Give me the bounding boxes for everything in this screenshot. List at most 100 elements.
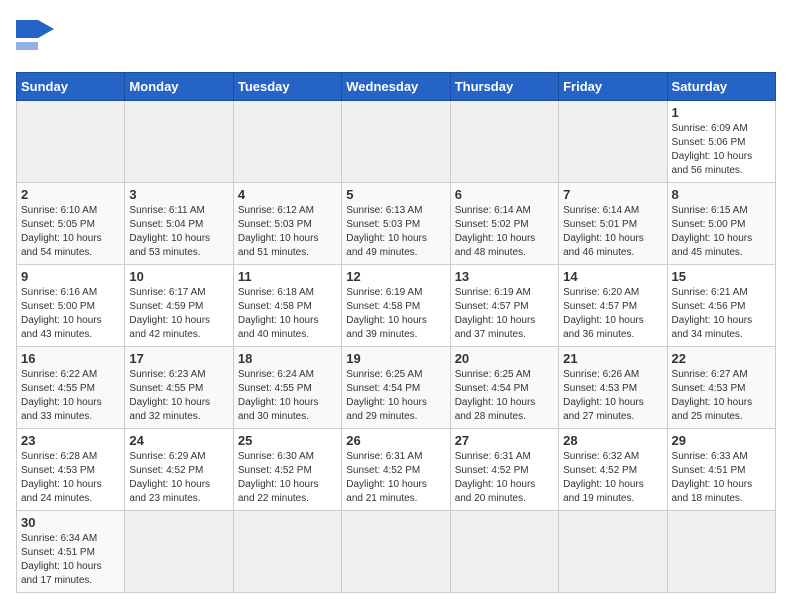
day-cell: 26 Sunrise: 6:31 AM Sunset: 4:52 PM Dayli… [342,429,450,511]
day-cell: 28 Sunrise: 6:32 AM Sunset: 4:52 PM Dayli… [559,429,667,511]
calendar-body: 1Sunrise: 6:09 AM Sunset: 5:06 PM Daylig… [17,101,776,593]
day-info: Sunrise: 6:10 AM Sunset: 5:05 PM Dayligh… [21,204,120,260]
day-cell: 29Sunrise: 6:33 AM Sunset: 4:51 PM Dayli… [667,429,775,511]
day-number: 20 [455,351,554,366]
day-info: Sunrise: 6:15 AM Sunset: 5:00 PM Dayligh… [672,204,771,260]
week-row-4: 23 Sunrise: 6:28 AM Sunset: 4:53 PM Dayli… [17,429,776,511]
day-cell: 8 Sunrise: 6:15 AM Sunset: 5:00 PM Daylig… [667,183,775,265]
day-info: Sunrise: 6:14 AM Sunset: 5:01 PM Dayligh… [563,204,662,260]
day-info: Sunrise: 6:31 AM Sunset: 4:52 PM Dayligh… [346,450,445,506]
day-info: Sunrise: 6:34 AM Sunset: 4:51 PM Dayligh… [21,532,120,588]
day-cell: 24 Sunrise: 6:29 AM Sunset: 4:52 PM Dayli… [125,429,233,511]
day-cell: 23 Sunrise: 6:28 AM Sunset: 4:53 PM Dayli… [17,429,125,511]
day-number: 26 [346,433,445,448]
day-info: Sunrise: 6:31 AM Sunset: 4:52 PM Dayligh… [455,450,554,506]
day-info: Sunrise: 6:19 AM Sunset: 4:58 PM Dayligh… [346,286,445,342]
day-number: 25 [238,433,337,448]
day-cell [559,511,667,593]
day-info: Sunrise: 6:28 AM Sunset: 4:53 PM Dayligh… [21,450,120,506]
day-cell: 17 Sunrise: 6:23 AM Sunset: 4:55 PM Dayli… [125,347,233,429]
day-info: Sunrise: 6:24 AM Sunset: 4:55 PM Dayligh… [238,368,337,424]
week-row-1: 2Sunrise: 6:10 AM Sunset: 5:05 PM Daylig… [17,183,776,265]
day-cell: 13 Sunrise: 6:19 AM Sunset: 4:57 PM Dayli… [450,265,558,347]
day-cell [450,101,558,183]
day-number: 14 [563,269,662,284]
day-cell: 9 Sunrise: 6:16 AM Sunset: 5:00 PM Daylig… [17,265,125,347]
day-number: 13 [455,269,554,284]
week-row-0: 1Sunrise: 6:09 AM Sunset: 5:06 PM Daylig… [17,101,776,183]
day-number: 4 [238,187,337,202]
day-cell [450,511,558,593]
day-number: 21 [563,351,662,366]
day-cell [233,101,341,183]
day-info: Sunrise: 6:18 AM Sunset: 4:58 PM Dayligh… [238,286,337,342]
day-cell: 22 Sunrise: 6:27 AM Sunset: 4:53 PM Dayli… [667,347,775,429]
day-cell: 19Sunrise: 6:25 AM Sunset: 4:54 PM Dayli… [342,347,450,429]
day-number: 23 [21,433,120,448]
weekday-header-friday: Friday [559,73,667,101]
day-number: 16 [21,351,120,366]
day-number: 12 [346,269,445,284]
day-cell: 7 Sunrise: 6:14 AM Sunset: 5:01 PM Daylig… [559,183,667,265]
day-number: 24 [129,433,228,448]
weekday-header-sunday: Sunday [17,73,125,101]
day-cell: 21Sunrise: 6:26 AM Sunset: 4:53 PM Dayli… [559,347,667,429]
weekday-row: SundayMondayTuesdayWednesdayThursdayFrid… [17,73,776,101]
week-row-5: 30Sunrise: 6:34 AM Sunset: 4:51 PM Dayli… [17,511,776,593]
weekday-header-tuesday: Tuesday [233,73,341,101]
weekday-header-saturday: Saturday [667,73,775,101]
calendar-table: SundayMondayTuesdayWednesdayThursdayFrid… [16,72,776,593]
day-number: 15 [672,269,771,284]
day-cell: 20 Sunrise: 6:25 AM Sunset: 4:54 PM Dayli… [450,347,558,429]
day-cell: 15 Sunrise: 6:21 AM Sunset: 4:56 PM Dayli… [667,265,775,347]
day-info: Sunrise: 6:29 AM Sunset: 4:52 PM Dayligh… [129,450,228,506]
day-cell: 27Sunrise: 6:31 AM Sunset: 4:52 PM Dayli… [450,429,558,511]
day-cell: 2Sunrise: 6:10 AM Sunset: 5:05 PM Daylig… [17,183,125,265]
day-number: 8 [672,187,771,202]
day-number: 22 [672,351,771,366]
day-cell: 6 Sunrise: 6:14 AM Sunset: 5:02 PM Daylig… [450,183,558,265]
day-number: 11 [238,269,337,284]
day-cell: 16Sunrise: 6:22 AM Sunset: 4:55 PM Dayli… [17,347,125,429]
day-number: 9 [21,269,120,284]
day-cell [17,101,125,183]
day-number: 28 [563,433,662,448]
day-info: Sunrise: 6:14 AM Sunset: 5:02 PM Dayligh… [455,204,554,260]
page-header [16,16,776,60]
day-number: 18 [238,351,337,366]
day-info: Sunrise: 6:17 AM Sunset: 4:59 PM Dayligh… [129,286,228,342]
day-info: Sunrise: 6:25 AM Sunset: 4:54 PM Dayligh… [455,368,554,424]
day-cell: 10Sunrise: 6:17 AM Sunset: 4:59 PM Dayli… [125,265,233,347]
day-info: Sunrise: 6:23 AM Sunset: 4:55 PM Dayligh… [129,368,228,424]
day-cell: 18 Sunrise: 6:24 AM Sunset: 4:55 PM Dayli… [233,347,341,429]
day-cell [342,511,450,593]
day-info: Sunrise: 6:13 AM Sunset: 5:03 PM Dayligh… [346,204,445,260]
day-info: Sunrise: 6:21 AM Sunset: 4:56 PM Dayligh… [672,286,771,342]
day-cell [233,511,341,593]
day-cell: 11 Sunrise: 6:18 AM Sunset: 4:58 PM Dayli… [233,265,341,347]
day-info: Sunrise: 6:30 AM Sunset: 4:52 PM Dayligh… [238,450,337,506]
day-number: 5 [346,187,445,202]
day-info: Sunrise: 6:32 AM Sunset: 4:52 PM Dayligh… [563,450,662,506]
day-info: Sunrise: 6:11 AM Sunset: 5:04 PM Dayligh… [129,204,228,260]
day-number: 7 [563,187,662,202]
day-info: Sunrise: 6:16 AM Sunset: 5:00 PM Dayligh… [21,286,120,342]
day-cell: 30Sunrise: 6:34 AM Sunset: 4:51 PM Dayli… [17,511,125,593]
day-cell [125,101,233,183]
day-cell: 14Sunrise: 6:20 AM Sunset: 4:57 PM Dayli… [559,265,667,347]
day-number: 19 [346,351,445,366]
day-info: Sunrise: 6:27 AM Sunset: 4:53 PM Dayligh… [672,368,771,424]
day-number: 1 [672,105,771,120]
day-cell: 25 Sunrise: 6:30 AM Sunset: 4:52 PM Dayli… [233,429,341,511]
day-number: 6 [455,187,554,202]
day-cell: 4Sunrise: 6:12 AM Sunset: 5:03 PM Daylig… [233,183,341,265]
weekday-header-monday: Monday [125,73,233,101]
calendar-header: SundayMondayTuesdayWednesdayThursdayFrid… [17,73,776,101]
day-cell: 1Sunrise: 6:09 AM Sunset: 5:06 PM Daylig… [667,101,775,183]
week-row-2: 9 Sunrise: 6:16 AM Sunset: 5:00 PM Daylig… [17,265,776,347]
day-number: 3 [129,187,228,202]
day-info: Sunrise: 6:19 AM Sunset: 4:57 PM Dayligh… [455,286,554,342]
day-number: 17 [129,351,228,366]
weekday-header-thursday: Thursday [450,73,558,101]
logo-icon [16,16,68,60]
